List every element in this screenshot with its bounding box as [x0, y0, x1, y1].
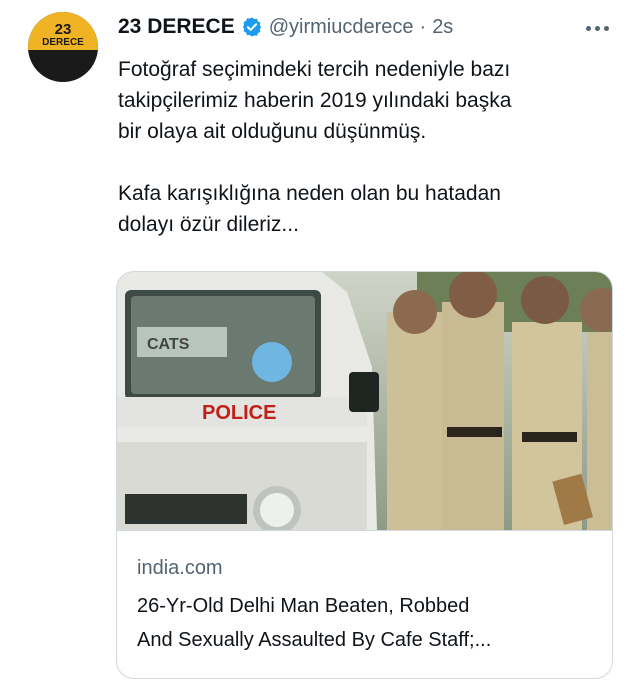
- more-dot: [594, 25, 600, 31]
- headline-line: 26-Yr-Old Delhi Man Beaten, Robbed: [137, 595, 470, 617]
- headline-line: And Sexually Assaulted By Cafe Staff;...: [137, 629, 492, 651]
- window-sticker: CATS: [147, 336, 190, 353]
- link-card[interactable]: CATS POLICE india.com 26-Yr-Old Delhi Ma…: [116, 271, 613, 679]
- more-options-icon[interactable]: [577, 14, 617, 42]
- link-card-image[interactable]: CATS POLICE: [117, 272, 612, 530]
- user-handle[interactable]: @yirmiucderece: [269, 16, 414, 39]
- more-dot: [603, 25, 609, 31]
- link-headline: 26-Yr-Old Delhi Man Beaten, Robbed And S…: [137, 589, 599, 657]
- avatar-word: DERECE: [42, 37, 84, 48]
- separator-dot: ·: [419, 15, 427, 38]
- display-name[interactable]: 23 DERECE: [118, 15, 235, 39]
- tweet-header: 23 DERECE @yirmiucderece · 2s: [118, 12, 453, 42]
- tweet-line: Kafa karışıklığına neden olan bu hatadan: [118, 182, 501, 205]
- tweet-line: takipçilerimiz haberin 2019 yılındaki ba…: [118, 89, 512, 112]
- tweet-line: Fotoğraf seçimindeki tercih nedeniyle ba…: [118, 58, 511, 81]
- tweet-text: Fotoğraf seçimindeki tercih nedeniyle ba…: [118, 54, 618, 240]
- more-dot: [585, 25, 591, 31]
- tweet-line: bir olaya ait olduğunu düşünmüş.: [118, 120, 427, 143]
- tweet-line: dolayı özür dileriz...: [118, 213, 299, 236]
- link-card-meta[interactable]: india.com 26-Yr-Old Delhi Man Beaten, Ro…: [117, 530, 612, 678]
- police-label: POLICE: [202, 402, 276, 424]
- avatar-number: 23: [54, 21, 72, 38]
- timestamp[interactable]: 2s: [432, 16, 453, 39]
- link-domain: india.com: [137, 557, 223, 579]
- avatar[interactable]: 23 DERECE: [28, 12, 98, 82]
- verified-badge-icon[interactable]: [241, 16, 263, 38]
